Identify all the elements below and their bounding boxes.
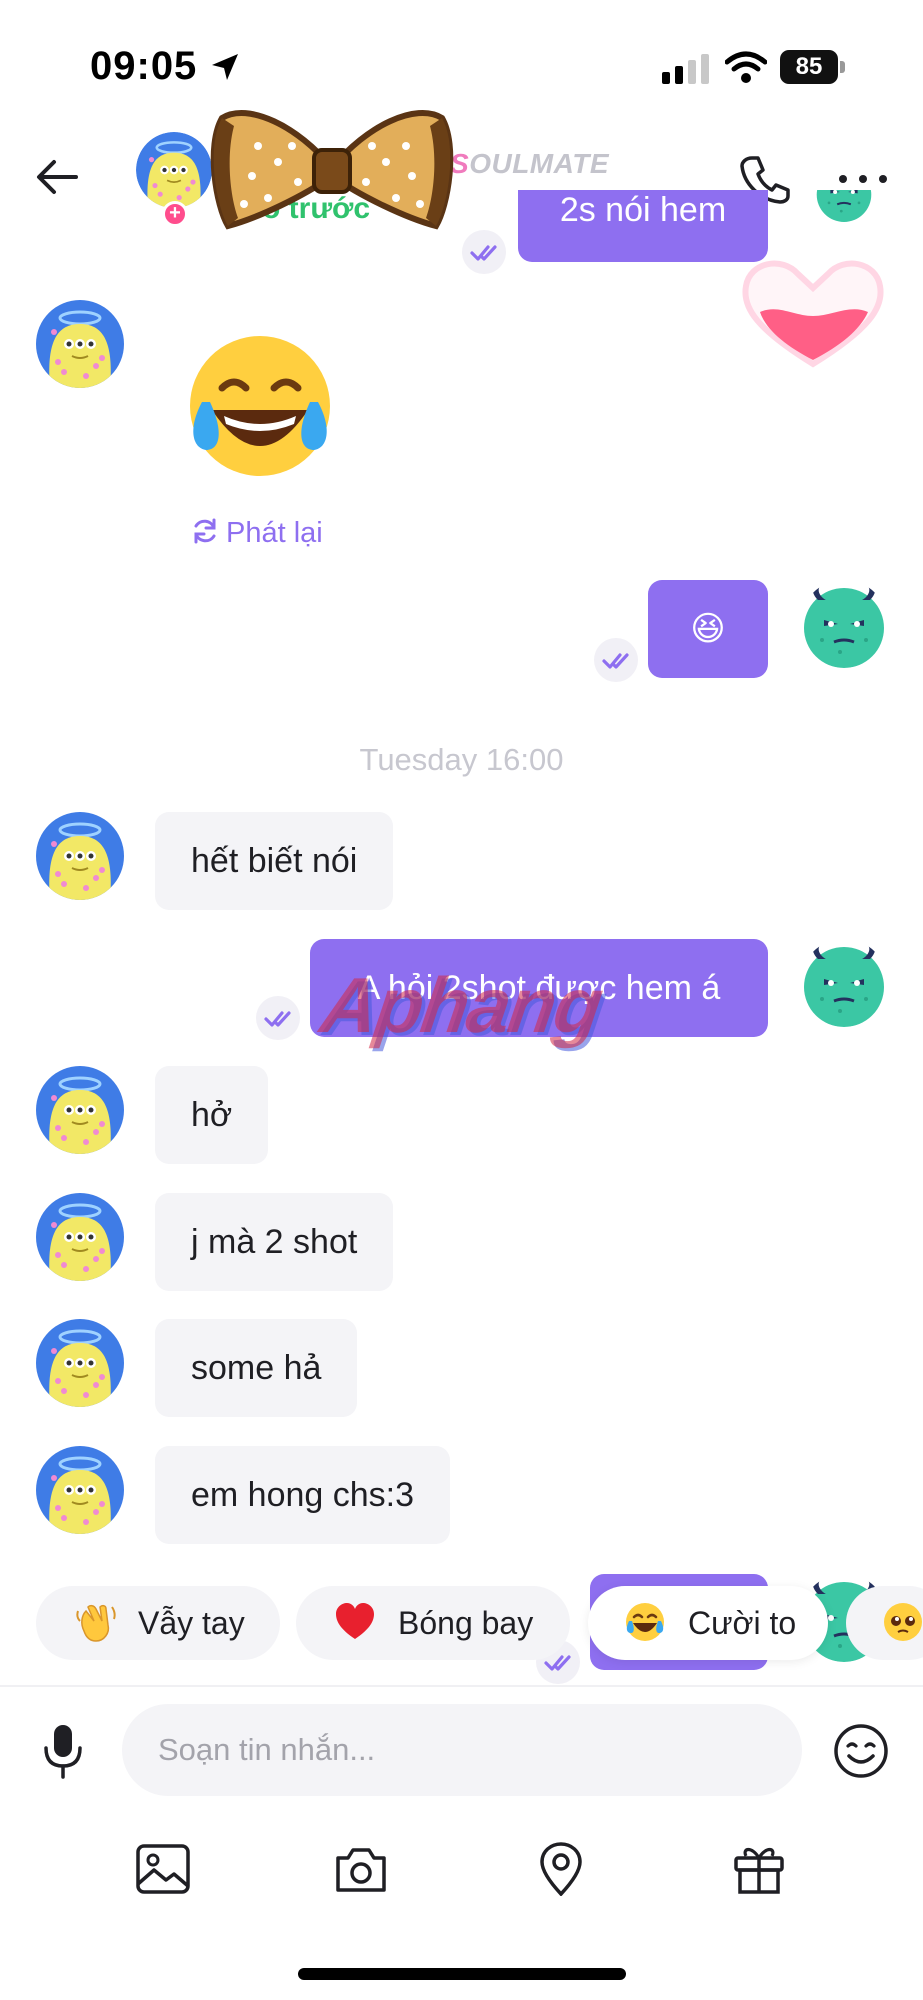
battery-indicator: 85: [780, 50, 845, 84]
timestamp-divider: Tuesday 16:00: [359, 742, 564, 777]
emoji-icon[interactable]: [832, 1722, 890, 1780]
my-avatar[interactable]: [800, 190, 888, 250]
quick-reaction-balloon[interactable]: Bóng bay: [296, 1586, 570, 1660]
read-check-icon: [594, 638, 638, 682]
add-friend-badge[interactable]: +: [162, 201, 188, 227]
message-bubble-incoming[interactable]: hết biết nói: [155, 812, 394, 910]
wifi-icon: [725, 51, 767, 83]
quick-reaction-bar[interactable]: Vẫy tay Bóng bay Cười to: [0, 1582, 923, 1660]
quick-reaction-laugh[interactable]: Cười to: [588, 1586, 828, 1660]
contact-avatar[interactable]: [36, 1446, 124, 1534]
read-check-icon: [256, 996, 300, 1040]
red-heart-icon: [336, 1603, 374, 1639]
composer-divider: [0, 1685, 923, 1687]
contact-avatar[interactable]: [36, 1193, 124, 1281]
contact-avatar[interactable]: [136, 132, 212, 208]
message-bubble-outgoing[interactable]: 😆: [648, 580, 768, 678]
gift-icon[interactable]: [730, 1842, 788, 1896]
message-bubble-incoming[interactable]: some hả: [155, 1319, 358, 1417]
replay-button[interactable]: Phát lại: [190, 516, 323, 550]
cellular-signal-icon: [662, 54, 709, 84]
chat-header: + o trước SOULMATE: [0, 100, 923, 230]
location-pin-icon[interactable]: [532, 1842, 590, 1896]
battery-level: 85: [795, 53, 823, 80]
mic-icon[interactable]: [40, 1722, 86, 1780]
image-icon[interactable]: [134, 1842, 192, 1896]
bow-tie-sticker: [210, 110, 454, 230]
tears-of-joy-emoji-sticker[interactable]: [182, 332, 338, 488]
message-list[interactable]: 2s nói hem Phát lại 😆 Tuesday 16:00 hết …: [0, 190, 923, 1684]
laughing-emoji-icon: [626, 1603, 664, 1641]
soulmate-label: SOULMATE: [450, 148, 610, 179]
quick-reaction-wave[interactable]: Vẫy tay: [36, 1586, 280, 1660]
contact-avatar[interactable]: [36, 1319, 124, 1407]
message-bubble-outgoing-partial[interactable]: 2s nói hem: [518, 190, 768, 262]
quick-reaction-pleading[interactable]: [846, 1586, 923, 1660]
message-bubble-incoming[interactable]: em hong chs:3: [155, 1446, 451, 1544]
more-icon[interactable]: [836, 170, 890, 188]
contact-avatar[interactable]: [36, 812, 124, 900]
read-check-icon: [462, 230, 506, 274]
contact-avatar[interactable]: [36, 300, 124, 388]
camera-icon[interactable]: [332, 1842, 390, 1896]
message-bubble-incoming[interactable]: hở: [155, 1066, 269, 1164]
contact-avatar[interactable]: [36, 1066, 124, 1154]
pleading-face-icon: [884, 1603, 922, 1641]
heart-sticker: [742, 260, 884, 368]
location-arrow-icon: [212, 54, 238, 80]
waving-hand-icon: [76, 1604, 116, 1642]
home-indicator[interactable]: [298, 1968, 626, 1980]
replay-icon: [194, 518, 216, 544]
back-arrow-icon[interactable]: [32, 152, 82, 202]
status-time: 09:05: [90, 44, 198, 88]
my-avatar[interactable]: [800, 939, 888, 1027]
my-avatar[interactable]: [800, 580, 888, 668]
watermark-logo: Aphang: [315, 961, 607, 1049]
message-bubble-incoming[interactable]: j mà 2 shot: [155, 1193, 394, 1291]
message-input[interactable]: [122, 1704, 802, 1796]
